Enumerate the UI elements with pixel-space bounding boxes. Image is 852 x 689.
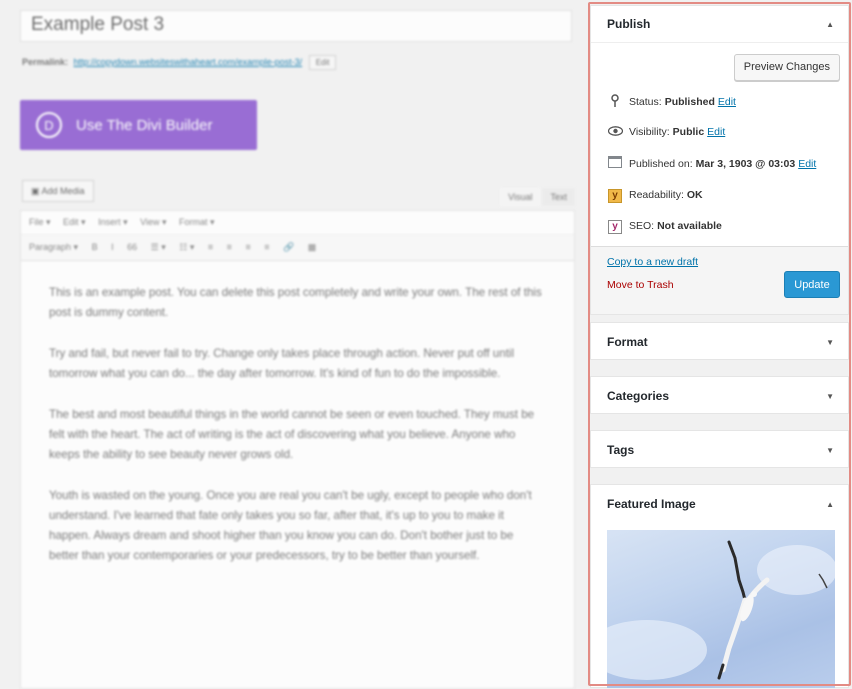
format-toolbar: Paragraph ▾ B I 66 ☰ ▾ ☷ ▾ ≡ ≡ ≡ ≡ 🔗 ▦ <box>21 235 574 261</box>
chevron-up-icon[interactable]: ▲ <box>826 20 834 29</box>
menu-insert[interactable]: Insert ▾ <box>98 217 128 227</box>
preview-changes-button[interactable]: Preview Changes <box>733 54 840 81</box>
visibility-label: Visibility: <box>629 126 670 138</box>
chevron-up-icon[interactable]: ▲ <box>826 500 834 509</box>
tab-visual[interactable]: Visual <box>500 188 541 206</box>
yoast-icon: y <box>607 187 623 203</box>
featured-image-box: Featured Image ▲ <box>590 484 849 688</box>
divi-logo-icon: D <box>36 112 62 138</box>
permalink-edit-button[interactable]: Edit <box>308 55 337 70</box>
align-left-button[interactable]: ≡ <box>208 242 213 252</box>
update-button[interactable]: Update <box>784 271 840 298</box>
chevron-down-icon[interactable]: ▼ <box>826 392 834 401</box>
chevron-down-icon[interactable]: ▼ <box>826 446 834 455</box>
featured-image-box-header[interactable]: Featured Image ▲ <box>591 485 848 523</box>
featured-image-thumbnail[interactable] <box>607 530 835 688</box>
calendar-icon <box>607 156 623 171</box>
publish-actions: Copy to a new draft Move to Trash Update <box>591 246 848 314</box>
status-value: Published <box>664 96 715 108</box>
publish-box-header[interactable]: Publish ▲ <box>591 6 848 43</box>
seagull-image <box>607 540 835 680</box>
add-media-button[interactable]: ▣ Add Media <box>22 180 94 202</box>
visibility-row: Visibility: Public Edit <box>607 125 725 139</box>
format-box: Format ▼ <box>590 322 849 360</box>
featured-image-title: Featured Image <box>607 497 696 511</box>
eye-icon <box>607 125 623 139</box>
editor-tabs: Visual Text <box>498 188 575 206</box>
published-edit-link[interactable]: Edit <box>798 158 816 170</box>
seo-row: y SEO: Not available <box>607 218 722 234</box>
yoast-icon: y <box>607 218 623 234</box>
menu-file[interactable]: File ▾ <box>29 217 51 227</box>
tags-box-header[interactable]: Tags ▼ <box>591 431 848 469</box>
editor-menubar: File ▾ Edit ▾ Insert ▾ View ▾ Format ▾ <box>21 211 574 235</box>
paragraph-select[interactable]: Paragraph ▾ <box>29 242 78 252</box>
italic-button[interactable]: I <box>111 242 114 252</box>
tags-title: Tags <box>607 443 635 457</box>
content-paragraph: This is an example post. You can delete … <box>49 286 542 319</box>
wordpress-post-editor: Example Post 3 Permalink: http://copydow… <box>0 0 852 689</box>
tags-box: Tags ▼ <box>590 430 849 468</box>
media-icon: ▣ <box>31 186 42 196</box>
status-row: Status: Published Edit <box>607 94 736 110</box>
permalink-link[interactable]: http://copydown.websiteswithaheart.com/e… <box>74 57 303 67</box>
format-title: Format <box>607 335 648 349</box>
published-value: Mar 3, 1903 @ 03:03 <box>695 157 796 170</box>
chevron-down-icon[interactable]: ▼ <box>826 338 834 347</box>
categories-box-header[interactable]: Categories ▼ <box>591 377 848 415</box>
publish-title: Publish <box>607 17 651 31</box>
visibility-edit-link[interactable]: Edit <box>707 126 725 138</box>
post-content[interactable]: This is an example post. You can delete … <box>21 261 574 609</box>
seo-label: SEO: <box>629 220 655 232</box>
categories-title: Categories <box>607 389 670 403</box>
divi-builder-label: Use The Divi Builder <box>76 116 213 134</box>
menu-view[interactable]: View ▾ <box>140 217 166 227</box>
readability-row: y Readability: OK <box>607 187 703 203</box>
status-edit-link[interactable]: Edit <box>718 96 736 108</box>
permalink-label: Permalink: <box>22 57 69 67</box>
align-right-button[interactable]: ≡ <box>245 242 250 252</box>
blockquote-button[interactable]: 66 <box>127 242 137 252</box>
content-paragraph: Youth is wasted on the young. Once you a… <box>49 489 532 562</box>
align-justify-button[interactable]: ≡ <box>264 242 269 252</box>
published-on-row: Published on: Mar 3, 1903 @ 03:03 Edit <box>607 156 816 171</box>
format-box-header[interactable]: Format ▼ <box>591 323 848 361</box>
add-media-label: Add Media <box>41 186 85 196</box>
divi-builder-button[interactable]: D Use The Divi Builder <box>20 100 257 150</box>
editor-area: Example Post 3 Permalink: http://copydow… <box>0 0 580 689</box>
seo-value: Not available <box>657 220 722 232</box>
content-paragraph: Try and fail, but never fail to try. Cha… <box>49 347 515 380</box>
menu-edit[interactable]: Edit ▾ <box>63 217 86 227</box>
link-button[interactable]: 🔗 <box>283 242 294 252</box>
visibility-value: Public <box>672 126 705 138</box>
bold-button[interactable]: B <box>92 242 98 252</box>
align-center-button[interactable]: ≡ <box>227 242 232 252</box>
published-label: Published on: <box>629 157 693 170</box>
post-title-input[interactable]: Example Post 3 <box>20 10 572 42</box>
content-paragraph: The best and most beautiful things in th… <box>49 408 535 461</box>
copy-to-draft-link[interactable]: Copy to a new draft <box>607 256 698 268</box>
publish-box: Publish ▲ Preview Changes Status: Publis… <box>590 5 849 315</box>
toolbar-toggle-button[interactable]: ▦ <box>308 242 317 252</box>
readability-label: Readability: <box>629 189 684 201</box>
tab-text[interactable]: Text <box>542 188 575 206</box>
categories-box: Categories ▼ <box>590 376 849 414</box>
numbered-list-button[interactable]: ☷ ▾ <box>179 242 194 252</box>
readability-value: OK <box>686 189 703 201</box>
menu-format[interactable]: Format ▾ <box>179 217 215 227</box>
pin-icon <box>607 94 623 110</box>
bullet-list-button[interactable]: ☰ ▾ <box>151 242 166 252</box>
status-label: Status: <box>629 96 662 108</box>
permalink-row: Permalink: http://copydown.websiteswitha… <box>22 55 337 70</box>
editor-frame: File ▾ Edit ▾ Insert ▾ View ▾ Format ▾ P… <box>20 210 575 689</box>
move-to-trash-link[interactable]: Move to Trash <box>607 279 674 291</box>
